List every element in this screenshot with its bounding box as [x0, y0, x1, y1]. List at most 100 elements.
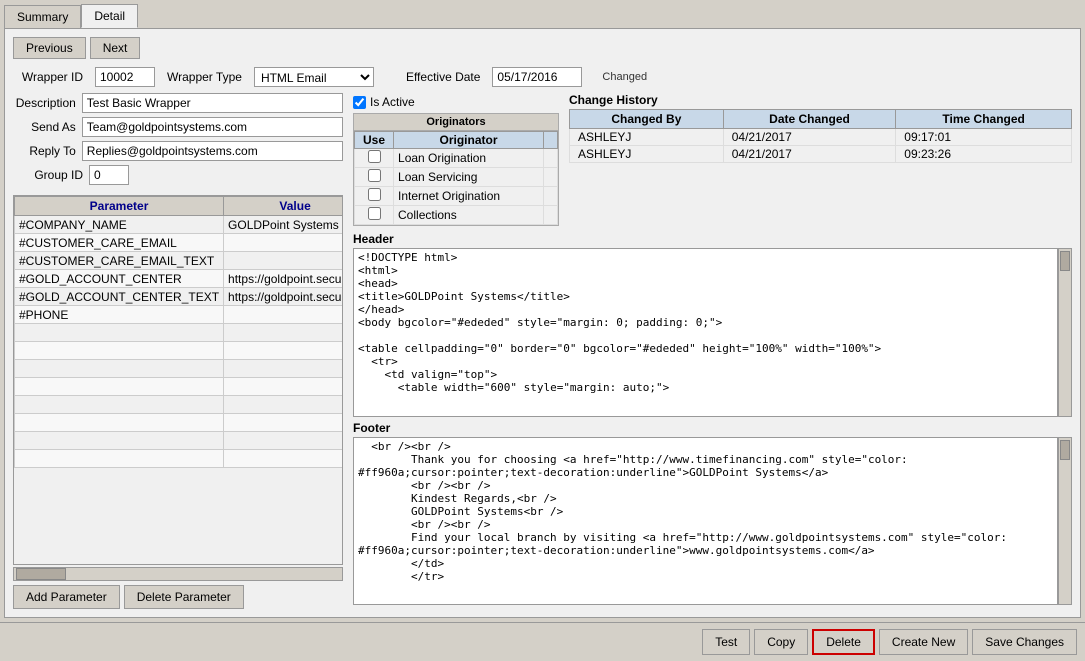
description-input[interactable]: [82, 93, 343, 113]
tab-summary[interactable]: Summary: [4, 5, 81, 28]
is-active-label: Is Active: [370, 95, 415, 109]
is-active-row: Is Active: [353, 95, 559, 109]
orig-scroll-cell: [544, 187, 558, 206]
send-as-label: Send As: [13, 120, 76, 134]
effective-date-label: Effective Date: [406, 70, 480, 84]
param-row-empty: [15, 360, 343, 378]
param-row[interactable]: #GOLD_ACCOUNT_CENTER_TEXThttps://goldpoi…: [15, 288, 343, 306]
wrapper-type-select[interactable]: HTML Email: [254, 67, 374, 87]
orig-name: Loan Servicing: [394, 168, 544, 187]
param-row-empty: [15, 432, 343, 450]
orig-name: Collections: [394, 206, 544, 225]
param-row-empty: [15, 414, 343, 432]
ch-row: ASHLEYJ04/21/201709:17:01: [570, 129, 1072, 146]
orig-row: Loan Servicing: [355, 168, 558, 187]
param-row[interactable]: #COMPANY_NAMEGOLDPoint Systems: [15, 216, 343, 234]
ch-changed-by-header: Changed By: [570, 110, 724, 129]
orig-is-active: Is Active Originators Use Originator: [353, 93, 559, 226]
orig-history-section: Is Active Originators Use Originator: [353, 93, 1072, 226]
ch-row: ASHLEYJ04/21/201709:23:26: [570, 146, 1072, 163]
ch-date: 04/21/2017: [723, 146, 896, 163]
test-button[interactable]: Test: [702, 629, 750, 655]
originators-box: Originators Use Originator Loan Orig: [353, 113, 559, 226]
param-name-cell: #GOLD_ACCOUNT_CENTER_TEXT: [15, 288, 224, 306]
originators-title: Originators: [354, 114, 558, 131]
param-name-cell: #GOLD_ACCOUNT_CENTER: [15, 270, 224, 288]
param-row-empty: [15, 324, 343, 342]
ch-date: 04/21/2017: [723, 129, 896, 146]
orig-checkbox[interactable]: [368, 169, 381, 182]
orig-row: Internet Origination: [355, 187, 558, 206]
group-id-row: Group ID: [13, 165, 343, 185]
ch-time: 09:23:26: [896, 146, 1072, 163]
tab-detail[interactable]: Detail: [81, 4, 138, 28]
param-row-empty: [15, 342, 343, 360]
group-id-input[interactable]: [89, 165, 129, 185]
param-name-cell: #CUSTOMER_CARE_EMAIL_TEXT: [15, 252, 224, 270]
param-row[interactable]: #PHONE: [15, 306, 343, 324]
orig-checkbox[interactable]: [368, 150, 381, 163]
param-scrollbar-thumb: [16, 568, 66, 580]
next-button[interactable]: Next: [90, 37, 141, 59]
param-row[interactable]: #CUSTOMER_CARE_EMAIL_TEXT: [15, 252, 343, 270]
previous-button[interactable]: Previous: [13, 37, 86, 59]
bottom-bar: Test Copy Delete Create New Save Changes: [0, 622, 1085, 661]
orig-scroll-cell: [544, 206, 558, 225]
footer-label: Footer: [353, 421, 1072, 435]
reply-to-input[interactable]: [82, 141, 343, 161]
left-panel: Description Send As Reply To Group ID: [13, 93, 343, 609]
tab-bar: Summary Detail: [0, 0, 1085, 28]
save-changes-button[interactable]: Save Changes: [972, 629, 1077, 655]
delete-parameter-button[interactable]: Delete Parameter: [124, 585, 244, 609]
param-row[interactable]: #GOLD_ACCOUNT_CENTERhttps://goldpoint.se…: [15, 270, 343, 288]
footer-scrollbar[interactable]: [1058, 437, 1072, 606]
wrapper-type-label: Wrapper Type: [167, 70, 242, 84]
orig-checkbox[interactable]: [368, 188, 381, 201]
param-table: Parameter Value #COMPANY_NAMEGOLDPoint S…: [14, 196, 342, 468]
send-as-input[interactable]: [82, 117, 343, 137]
reply-to-label: Reply To: [13, 144, 76, 158]
header-textarea[interactable]: [353, 248, 1058, 417]
param-buttons: Add Parameter Delete Parameter: [13, 585, 343, 609]
content-area: Previous Next Wrapper ID Wrapper Type HT…: [4, 28, 1081, 618]
value-col-header: Value: [224, 197, 342, 216]
header-scrollbar[interactable]: [1058, 248, 1072, 417]
param-col-header: Parameter: [15, 197, 224, 216]
orig-row: Loan Origination: [355, 149, 558, 168]
nav-row: Previous Next: [13, 37, 1072, 59]
param-name-cell: #PHONE: [15, 306, 224, 324]
param-section: Parameter Value #COMPANY_NAMEGOLDPoint S…: [13, 195, 343, 609]
orig-scroll-header: [544, 132, 558, 149]
effective-date-input[interactable]: [492, 67, 582, 87]
orig-name: Loan Origination: [394, 149, 544, 168]
param-row-empty: [15, 396, 343, 414]
orig-originator-header: Originator: [394, 132, 544, 149]
param-value-cell: https://goldpoint.secure...: [224, 288, 342, 306]
wrapper-id-label: Wrapper ID: [13, 70, 83, 84]
param-value-cell: [224, 234, 342, 252]
wrapper-id-input[interactable]: [95, 67, 155, 87]
main-container: Summary Detail Previous Next Wrapper ID …: [0, 0, 1085, 661]
footer-textarea[interactable]: [353, 437, 1058, 606]
param-row-empty: [15, 450, 343, 468]
param-value-cell: [224, 252, 342, 270]
param-row[interactable]: #CUSTOMER_CARE_EMAIL: [15, 234, 343, 252]
param-row-empty: [15, 378, 343, 396]
create-new-button[interactable]: Create New: [879, 629, 968, 655]
param-name-cell: #CUSTOMER_CARE_EMAIL: [15, 234, 224, 252]
param-scrollbar-h[interactable]: [13, 567, 343, 581]
orig-checkbox[interactable]: [368, 207, 381, 220]
add-parameter-button[interactable]: Add Parameter: [13, 585, 120, 609]
right-panel: Is Active Originators Use Originator: [353, 93, 1072, 609]
copy-button[interactable]: Copy: [754, 629, 808, 655]
is-active-checkbox[interactable]: [353, 96, 366, 109]
orig-scroll-cell: [544, 168, 558, 187]
originators-table: Use Originator Loan OriginationLoan Serv…: [354, 131, 558, 225]
reply-to-row: Reply To: [13, 141, 343, 161]
delete-button[interactable]: Delete: [812, 629, 875, 655]
param-table-container: Parameter Value #COMPANY_NAMEGOLDPoint S…: [13, 195, 343, 565]
ch-time: 09:17:01: [896, 129, 1072, 146]
group-id-label: Group ID: [13, 168, 83, 182]
change-history-title: Change History: [569, 93, 1072, 107]
description-row: Description: [13, 93, 343, 113]
